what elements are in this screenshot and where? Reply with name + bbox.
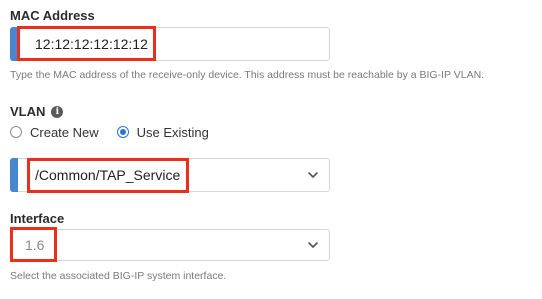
radio-use-existing[interactable]: Use Existing xyxy=(116,124,209,140)
interface-label: Interface xyxy=(10,211,65,226)
vlan-select-value: /Common/TAP_Service xyxy=(35,167,181,183)
radio-use-existing-label: Use Existing xyxy=(136,124,209,140)
interface-help: Select the associated BIG-IP system inte… xyxy=(10,270,227,282)
radio-use-existing-circle[interactable] xyxy=(116,126,129,138)
info-icon[interactable]: i xyxy=(51,105,64,118)
vlan-label: VLAN xyxy=(10,104,46,119)
chevron-down-icon xyxy=(308,242,318,248)
interface-select[interactable]: 1.6 xyxy=(10,229,330,261)
radio-create-new-label: Create New xyxy=(30,124,99,140)
mac-address-value: 12:12:12:12:12:12 xyxy=(35,36,148,52)
interface-select-value: 1.6 xyxy=(25,237,45,253)
mac-address-help: Type the MAC address of the receive-only… xyxy=(10,69,485,81)
radio-create-new[interactable]: Create New xyxy=(10,125,99,140)
vlan-radio-group: Create New Use Existing xyxy=(10,123,227,141)
mac-address-label: MAC Address xyxy=(10,8,95,23)
vlan-label-group: VLAN i xyxy=(10,104,64,119)
chevron-down-icon xyxy=(308,172,318,178)
mac-address-input[interactable]: 12:12:12:12:12:12 xyxy=(10,27,330,61)
radio-create-new-circle[interactable] xyxy=(10,126,22,138)
vlan-select[interactable]: /Common/TAP_Service xyxy=(10,158,330,192)
